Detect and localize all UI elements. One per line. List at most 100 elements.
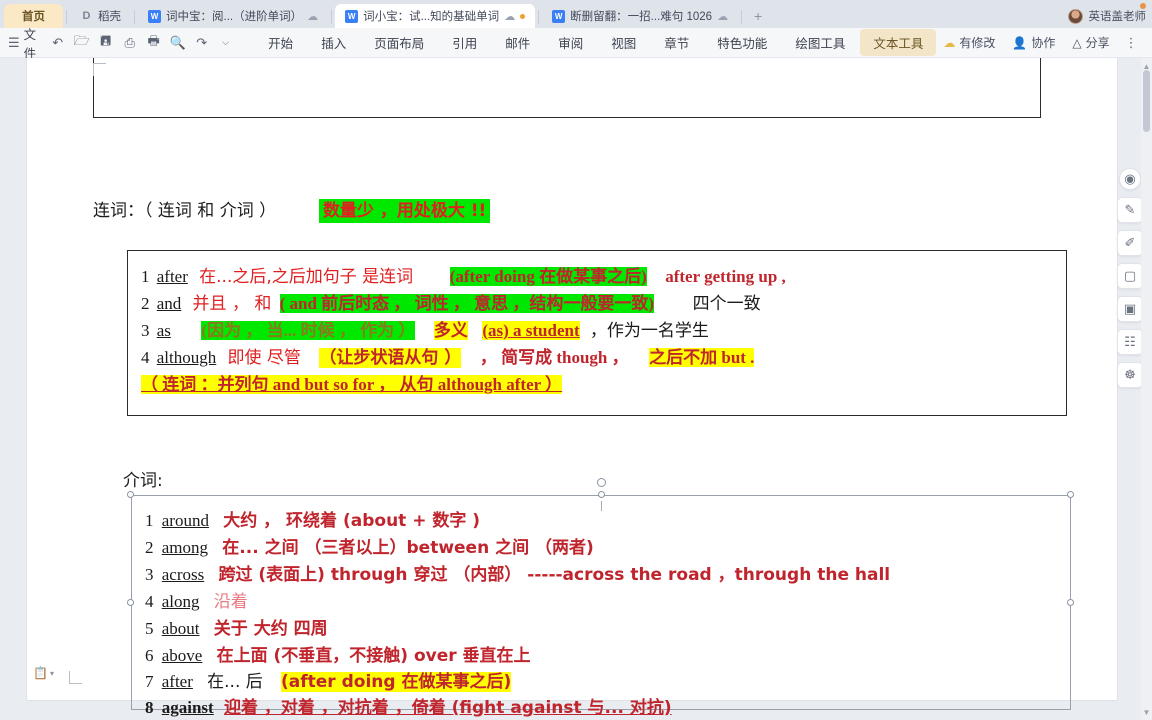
collaborate-button[interactable]: 👤 协作 — [1005, 31, 1062, 54]
tab-divider — [66, 10, 67, 24]
tab-view[interactable]: 视图 — [598, 29, 649, 56]
account-area[interactable]: 英语盖老师 — [1067, 8, 1147, 28]
home-tab[interactable]: 首页 — [4, 4, 63, 28]
hamburger-icon[interactable]: ☰ — [8, 31, 20, 54]
fill-color-icon[interactable]: ▢ — [1117, 263, 1143, 289]
tab-start[interactable]: 开始 — [255, 29, 306, 56]
preposition-heading: 介词: — [123, 471, 163, 491]
tab-document-3[interactable]: W 断删留翻：一招...难句 1026 ☁ — [542, 4, 738, 28]
tab-drawing-tools[interactable]: 绘图工具 — [782, 29, 858, 56]
tab-text-tools[interactable]: 文本工具 — [860, 29, 937, 56]
user-name: 英语盖老师 — [1088, 11, 1147, 23]
gutter-paste-options-icon[interactable]: 📋 ▾ — [33, 666, 54, 680]
open-folder-icon[interactable]: 🗁 — [70, 31, 93, 54]
print-icon[interactable]: 🖶 — [142, 31, 165, 54]
page-corner-mark-bottom-left — [69, 671, 82, 684]
page-corner-mark-top-left — [93, 63, 106, 76]
vertical-scrollbar[interactable]: ▲ ▼ — [1141, 58, 1152, 720]
ribbon-right-actions: ☁ 有修改 👤 协作 △ 分享 ⋮ ⌵ — [936, 31, 1152, 54]
scroll-down-arrow-icon[interactable]: ▼ — [1141, 706, 1152, 718]
tab-sections[interactable]: 章节 — [651, 29, 702, 56]
share-button[interactable]: △ 分享 — [1065, 31, 1116, 54]
tab-divider — [741, 10, 743, 24]
preposition-row-5: 5 about 关于 大约 四周 — [145, 614, 328, 639]
resize-handle-top-center[interactable] — [598, 491, 605, 498]
modified-status-button[interactable]: ☁ 有修改 — [936, 31, 1002, 54]
tab-docer[interactable]: D 稻壳 — [70, 4, 131, 28]
collapse-ribbon-button[interactable]: ⌵ — [1146, 31, 1152, 54]
prep-parts: 沿着 — [213, 592, 248, 612]
tab-references[interactable]: 引用 — [439, 29, 490, 56]
resize-handle-middle-right[interactable] — [1067, 599, 1074, 606]
tab-document-2-active[interactable]: W 词小宝：试...知的基础单词 ☁ — [335, 4, 536, 28]
tab-bar: 首页 D 稻壳 W 词中宝：阅...（进阶单词） ☁ W 词小宝：试...知的基… — [0, 0, 1152, 28]
docer-icon: D — [82, 10, 91, 22]
tab-page-layout[interactable]: 页面布局 — [361, 29, 437, 56]
conj-green: ( and 前后时态 ， 词性 ， 意思 ，结构一般要一致) — [279, 294, 655, 313]
top-partial-box — [93, 58, 1041, 118]
preposition-row-4: 4 along 沿着 — [145, 587, 248, 612]
more-options-button[interactable]: ⋮ — [1120, 31, 1143, 54]
conj-word: and — [156, 294, 182, 313]
notification-dot-icon[interactable] — [1140, 3, 1146, 9]
prep-num: 4 — [145, 592, 154, 611]
conj-num: 2 — [141, 294, 150, 313]
prep-parts: 在... 之间 （三者以上）between 之间 （两者) — [222, 538, 594, 558]
cloud-icon: ☁ — [717, 10, 729, 23]
save-as-icon[interactable]: ⎙ — [118, 31, 141, 54]
rotation-line — [601, 501, 602, 511]
conjunction-row-1: 1 after 在...之后,之后加句子 是连词 (after doing 在做… — [141, 262, 786, 287]
document-workspace: 连词：（ 连词 和 介词 ） 数量少 ，用处极大 !! 1 after 在...… — [0, 58, 1152, 720]
document-page[interactable]: 连词：（ 连词 和 介词 ） 数量少 ，用处极大 !! 1 after 在...… — [27, 58, 1117, 718]
file-menu-button[interactable]: 文件 — [20, 24, 45, 62]
conj-yellow-2: 之后不加 but . — [649, 348, 755, 367]
save-icon[interactable]: 🖪 — [94, 31, 117, 54]
scrollbar-thumb[interactable] — [1143, 70, 1150, 132]
prep-num: 2 — [145, 538, 154, 557]
tab-document-1[interactable]: W 词中宝：阅...（进阶单词） ☁ — [138, 4, 328, 28]
conj-yellow: （让步状语从句 ） — [319, 348, 462, 368]
tab-label: 稻壳 — [98, 11, 121, 23]
pen-tool-icon[interactable]: ✐ — [1117, 230, 1143, 256]
resize-handle-top-right[interactable] — [1067, 491, 1074, 498]
prep-num: 3 — [145, 565, 154, 584]
rotate-handle[interactable] — [597, 478, 606, 487]
prep-word: among — [161, 538, 209, 557]
shape-tool-icon[interactable]: ◉ — [1119, 168, 1141, 190]
conj-word: after — [156, 267, 188, 286]
prep-num: 8 — [145, 698, 154, 717]
preposition-row-3: 3 across 跨过 (表面上) through 穿过 （内部） -----a… — [145, 560, 890, 585]
customize-chevron-icon[interactable]: ⌵ — [214, 31, 237, 54]
tab-special-features[interactable]: 特色功能 — [704, 29, 780, 56]
conj-num: 3 — [141, 321, 150, 340]
prep-parts: 大约 ， 环绕着 (about + 数字 ) — [223, 511, 481, 531]
resize-handle-top-left[interactable] — [127, 491, 134, 498]
conjunction-heading-text: 连词：（ 连词 和 介词 ） — [93, 201, 277, 221]
document-body[interactable]: 连词：（ 连词 和 介词 ） 数量少 ，用处极大 !! 1 after 在...… — [27, 58, 1117, 718]
undo-icon[interactable]: ↶ — [46, 31, 69, 54]
tab-review[interactable]: 审阅 — [545, 29, 596, 56]
tab-insert[interactable]: 插入 — [308, 29, 359, 56]
preposition-row-1: 1 around 大约 ， 环绕着 (about + 数字 ) — [145, 506, 480, 531]
edit-shape-icon[interactable]: ✎ — [1117, 197, 1143, 223]
conj-cn: 并且 ， 和 — [192, 294, 272, 314]
new-tab-button[interactable]: + — [745, 4, 771, 28]
resize-handle-middle-left[interactable] — [127, 599, 134, 606]
tab-mailings[interactable]: 邮件 — [492, 29, 543, 56]
prep-yellow: (after doing 在做某事之后) — [281, 672, 512, 692]
redo-icon[interactable]: ↷ — [190, 31, 213, 54]
prep-num: 5 — [145, 619, 154, 638]
layout-option-icon[interactable]: ▣ — [1117, 296, 1143, 322]
conj-cn: 即使 尽管 — [227, 348, 301, 368]
share-label: 分享 — [1085, 36, 1110, 50]
prep-parts: 在上面 (不垂直，不接触) over 垂直在上 — [216, 646, 531, 666]
print-preview-icon[interactable]: 🔍 — [166, 31, 189, 54]
conj-word: as — [156, 321, 171, 340]
prep-word: across — [161, 565, 205, 584]
cloud-icon: ☁ — [504, 10, 516, 23]
tab-label: 词中宝：阅...（进阶单词） — [166, 11, 303, 23]
home-tab-label: 首页 — [22, 11, 45, 23]
position-icon[interactable]: ☷ — [1117, 329, 1143, 355]
more-shape-icon[interactable]: ☸ — [1117, 362, 1143, 388]
ribbon-menu-list: 开始 插入 页面布局 引用 邮件 审阅 视图 章节 特色功能 绘图工具 文本工具 — [255, 29, 937, 56]
